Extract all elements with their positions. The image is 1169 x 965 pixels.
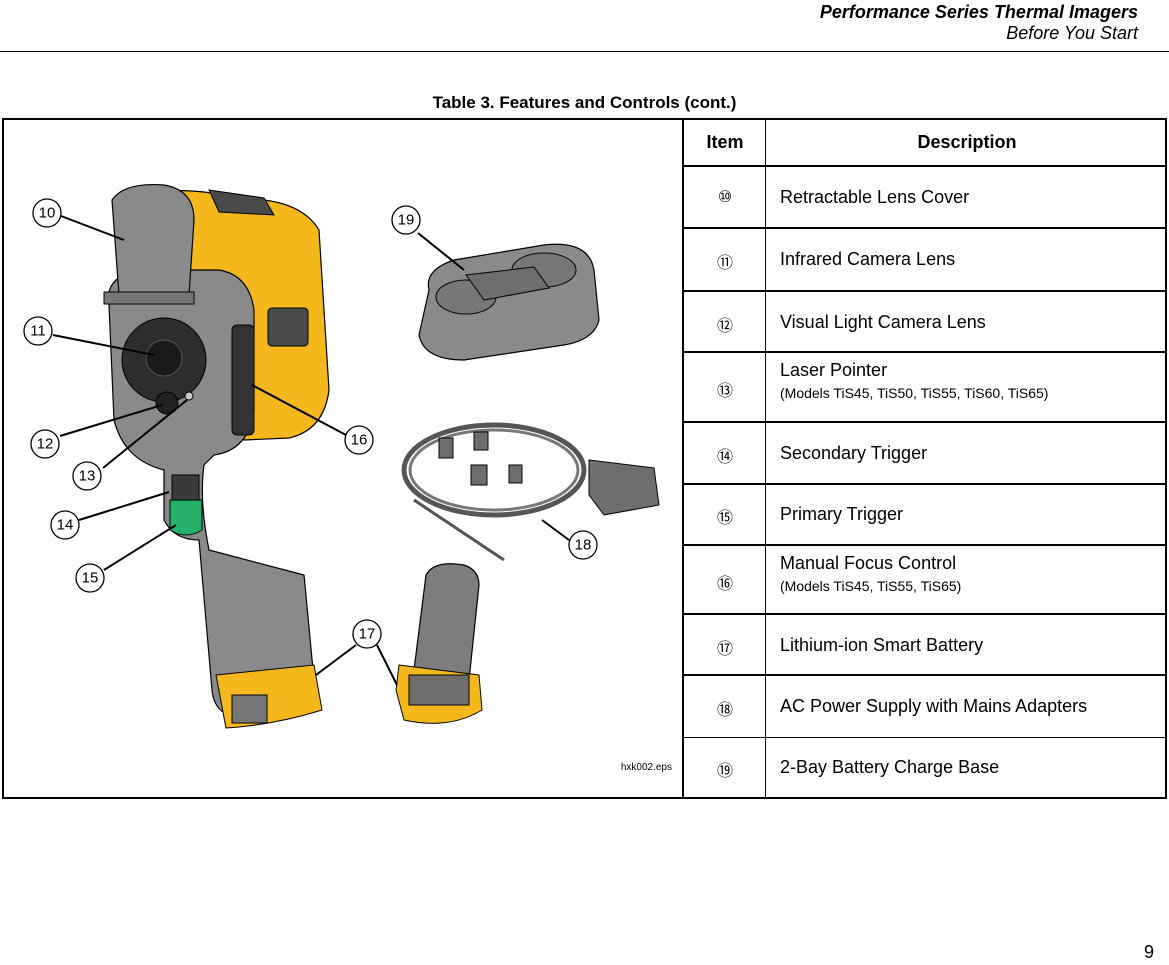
table-caption: Table 3. Features and Controls (cont.) xyxy=(432,93,737,112)
item-description: AC Power Supply with Mains Adapters xyxy=(780,696,1088,716)
header-divider xyxy=(0,51,1169,52)
section-title: Before You Start xyxy=(1006,23,1138,43)
svg-text:17: 17 xyxy=(359,626,376,643)
table-row: ⑲ 2-Bay Battery Charge Base xyxy=(684,738,1167,797)
table-row: ⑰ Lithium-ion Smart Battery xyxy=(684,615,1167,676)
svg-text:19: 19 xyxy=(398,212,415,229)
item-number: ⑫ xyxy=(716,318,733,335)
table-row: ⑱ AC Power Supply with Mains Adapters xyxy=(684,676,1167,738)
item-number: ⑲ xyxy=(716,763,733,780)
thermal-imager xyxy=(103,183,330,729)
page-number: 9 xyxy=(1143,942,1154,962)
figure-cell: 10 11 12 13 14 15 16 17 18 19 hxk002.eps xyxy=(4,120,684,797)
table-row: ⑮ Primary Trigger xyxy=(684,485,1167,546)
charge-base xyxy=(418,243,600,361)
callout-14: 14 xyxy=(50,510,80,540)
smart-battery xyxy=(395,563,483,724)
item-description: Infrared Camera Lens xyxy=(780,249,956,269)
table-row: ⑭ Secondary Trigger xyxy=(684,423,1167,485)
item-number: ⑭ xyxy=(716,449,733,466)
callout-11: 11 xyxy=(23,316,53,346)
item-description: Lithium-ion Smart Battery xyxy=(780,635,984,655)
svg-text:14: 14 xyxy=(57,517,74,534)
item-description: Manual Focus Control xyxy=(780,553,957,573)
table-row: ⑪ Infrared Camera Lens xyxy=(684,229,1167,292)
item-description: Primary Trigger xyxy=(780,504,904,524)
document-title: Performance Series Thermal Imagers xyxy=(819,2,1138,22)
svg-text:13: 13 xyxy=(79,468,96,485)
callout-19: 19 xyxy=(391,205,421,235)
callout-18: 18 xyxy=(568,530,598,560)
callout-17: 17 xyxy=(352,619,382,649)
callout-12: 12 xyxy=(30,429,60,459)
svg-text:16: 16 xyxy=(351,432,368,449)
item-description: 2-Bay Battery Charge Base xyxy=(780,757,1000,777)
item-note: (Models TiS45, TiS50, TiS55, TiS60, TiS6… xyxy=(780,385,1049,401)
callout-15: 15 xyxy=(75,563,105,593)
table-row: ⑯ Manual Focus Control (Models TiS45, Ti… xyxy=(684,546,1167,615)
item-description: Retractable Lens Cover xyxy=(780,187,970,207)
callout-16: 16 xyxy=(344,425,374,455)
item-description: Laser Pointer xyxy=(780,360,888,380)
item-description: Secondary Trigger xyxy=(780,443,928,463)
item-number: ⑮ xyxy=(716,510,733,527)
item-number: ⑩ xyxy=(717,189,733,206)
features-table: 10 11 12 13 14 15 16 17 18 19 hxk002.eps… xyxy=(2,118,1167,799)
figure-file-label: hxk002.eps xyxy=(620,762,672,773)
product-illustration: 10 11 12 13 14 15 16 17 18 19 xyxy=(23,183,660,729)
table-row: ⑩ Retractable Lens Cover xyxy=(684,167,1167,229)
svg-text:11: 11 xyxy=(30,323,46,340)
svg-text:12: 12 xyxy=(37,436,54,453)
item-number: ⑱ xyxy=(716,702,733,719)
item-number: ⑬ xyxy=(716,383,733,400)
item-number: ⑪ xyxy=(716,255,733,272)
table-header-row: Item Description xyxy=(684,120,1167,167)
svg-text:15: 15 xyxy=(82,570,99,587)
column-header-item: Item xyxy=(706,132,744,152)
callout-10: 10 xyxy=(32,198,62,228)
item-description: Visual Light Camera Lens xyxy=(780,312,986,332)
table-row: ⑬ Laser Pointer (Models TiS45, TiS50, Ti… xyxy=(684,353,1167,423)
table-row: ⑫ Visual Light Camera Lens xyxy=(684,292,1167,353)
ac-power-supply xyxy=(401,422,660,562)
item-number: ⑰ xyxy=(716,641,733,658)
svg-text:18: 18 xyxy=(575,537,592,554)
item-number: ⑯ xyxy=(716,576,733,593)
column-header-description: Description xyxy=(917,132,1017,152)
item-note: (Models TiS45, TiS55, TiS65) xyxy=(780,578,962,594)
svg-text:10: 10 xyxy=(39,205,56,222)
callout-13: 13 xyxy=(72,461,102,491)
